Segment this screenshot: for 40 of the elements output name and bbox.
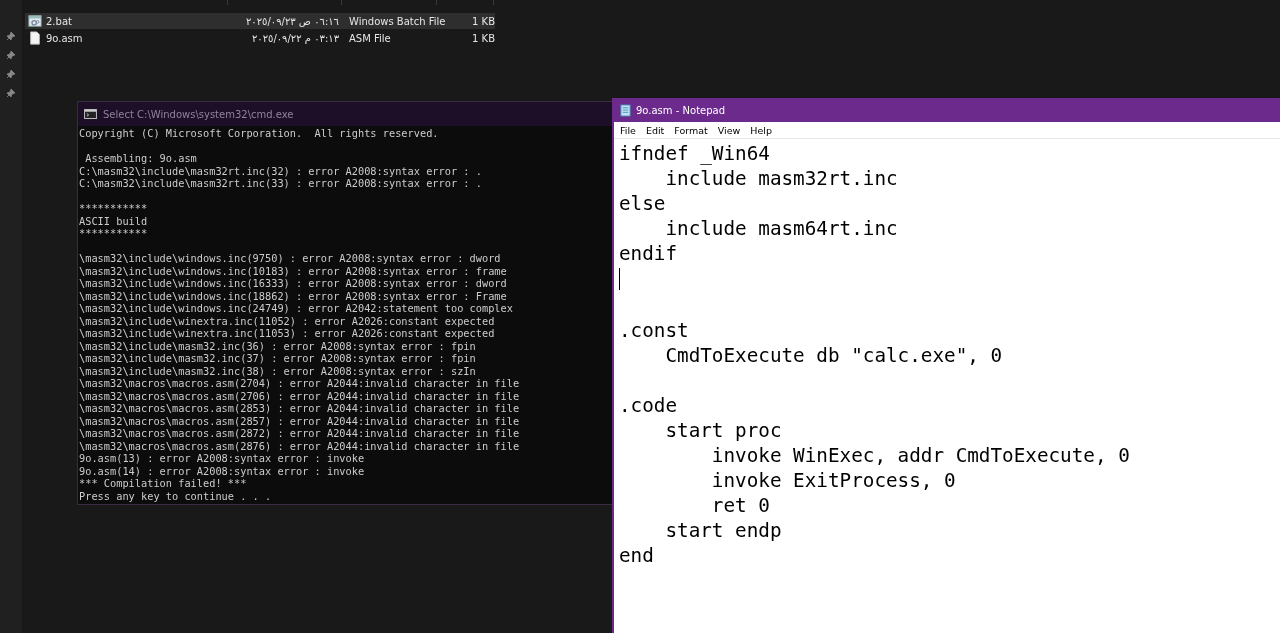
batch-file-icon — [28, 14, 42, 28]
menu-item[interactable]: Help — [749, 124, 773, 136]
code-line: start endp — [664, 518, 782, 543]
code-line: end — [619, 543, 654, 568]
code-line: start proc — [664, 418, 782, 443]
code-line: .code — [619, 393, 678, 418]
code-line: include masm32rt.inc — [664, 166, 898, 191]
file-size: 1 KB — [471, 15, 495, 27]
pin-icon[interactable] — [6, 69, 16, 79]
menu-item[interactable]: File — [619, 124, 637, 136]
file-type: ASM File — [348, 32, 392, 44]
date-modified: ٢٠٢٥/٠٩/٢٣ ص ٠٦:١٦ — [245, 15, 339, 27]
code-line: include masm64rt.inc — [664, 216, 898, 241]
menu-item[interactable]: View — [716, 124, 742, 136]
file-name: 9o.asm — [46, 32, 83, 44]
code-line: invoke WinExec, addr CmdToExecute, 0 — [710, 443, 1130, 468]
code-line: CmdToExecute db "calc.exe", 0 — [664, 343, 1003, 368]
code-line: ifndef _Win64 — [619, 141, 770, 166]
code-line: invoke ExitProcess, 0 — [710, 468, 956, 493]
text-cursor — [619, 268, 620, 290]
code-line: endif — [619, 241, 678, 266]
console-icon — [84, 109, 97, 119]
pin-icon[interactable] — [6, 50, 16, 60]
file-size: 1 KB — [471, 32, 495, 44]
file-type: Windows Batch File — [348, 15, 447, 27]
code-line: .const — [619, 318, 689, 343]
console-output: Copyright (C) Microsoft Corporation. All rights reserved. Assembling: 9o.asm C:\masm32\include\masm32rt.inc(32) : error A2008:syntax error : . C:\masm32\include\masm32rt.inc(33) : error A2008:syntax error : . *********** ASCII build *********** \masm32\include\windows.inc(9750) : error A2008:syntax error : dword \masm32\include\windows.inc(10183) : error A2008:syntax error : frame \masm32\include\windows.inc(16333) : error A2008:syntax error : dword \masm32\include\windows.inc(18862) : error A2008:syntax error : Frame \masm32\include\windows.inc(24749) : error A2042:statement too complex \masm32\include\winextra.inc(11052) : error A2026:constant expected \masm32\include\winextra.inc(11053) : error A2026:constant expected \masm32\include\masm32.inc(36) : error A2008:syntax error : fpin \masm32\include\masm32.inc(37) : error A2008:syntax error : fpin \masm32\include\masm32.inc(38) : error A2008:syntax error : szIn \masm32\macros\macros.asm(2704) : error A2044:invalid character in file \masm32\macros\macros.asm(2706) : error A2044:invalid character in file \masm32\macros\macros.asm(2853) : error A2044:invalid character in file \masm32\macros\macros.asm(2857) : error A2044:invalid character in file \masm32\macros\macros.asm(2872) : error A2044:invalid character in file \masm32\macros\macros.asm(2876) : error A2044:invalid character in file 9o.asm(13) : error A2008:syntax error : invoke 9o.asm(14) : error A2008:syntax error : invoke *** Compilation failed! *** Press any key to continue . . . — [78, 126, 520, 502]
code-line: else — [619, 191, 666, 216]
menu-item[interactable]: Edit — [644, 124, 666, 136]
notepad-icon — [620, 103, 631, 117]
menu-item[interactable]: Format — [673, 124, 709, 136]
code-line: ret 0 — [710, 493, 770, 518]
date-modified: ٢٠٢٥/٠٩/٢٢ م ٠٣:١٣ — [250, 32, 339, 44]
file-name: 2.bat — [46, 15, 72, 27]
window-title: 9o.asm - Notepad — [636, 104, 726, 116]
document-icon — [28, 31, 42, 45]
text-editor[interactable]: ifndef _Win64 include masm32rt.inc else include masm64rt.inc endif .const CmdToExecute db "calc.exe", 0 .code start proc invoke WinExec, addr CmdToExecute, 0 invoke ExitProcess, 0 ret 0 start endp end — [614, 139, 1280, 629]
window-title: Select C:\Windows\system32\cmd.exe — [103, 108, 294, 120]
pin-icon[interactable] — [6, 31, 16, 41]
pin-icon[interactable] — [6, 88, 16, 98]
